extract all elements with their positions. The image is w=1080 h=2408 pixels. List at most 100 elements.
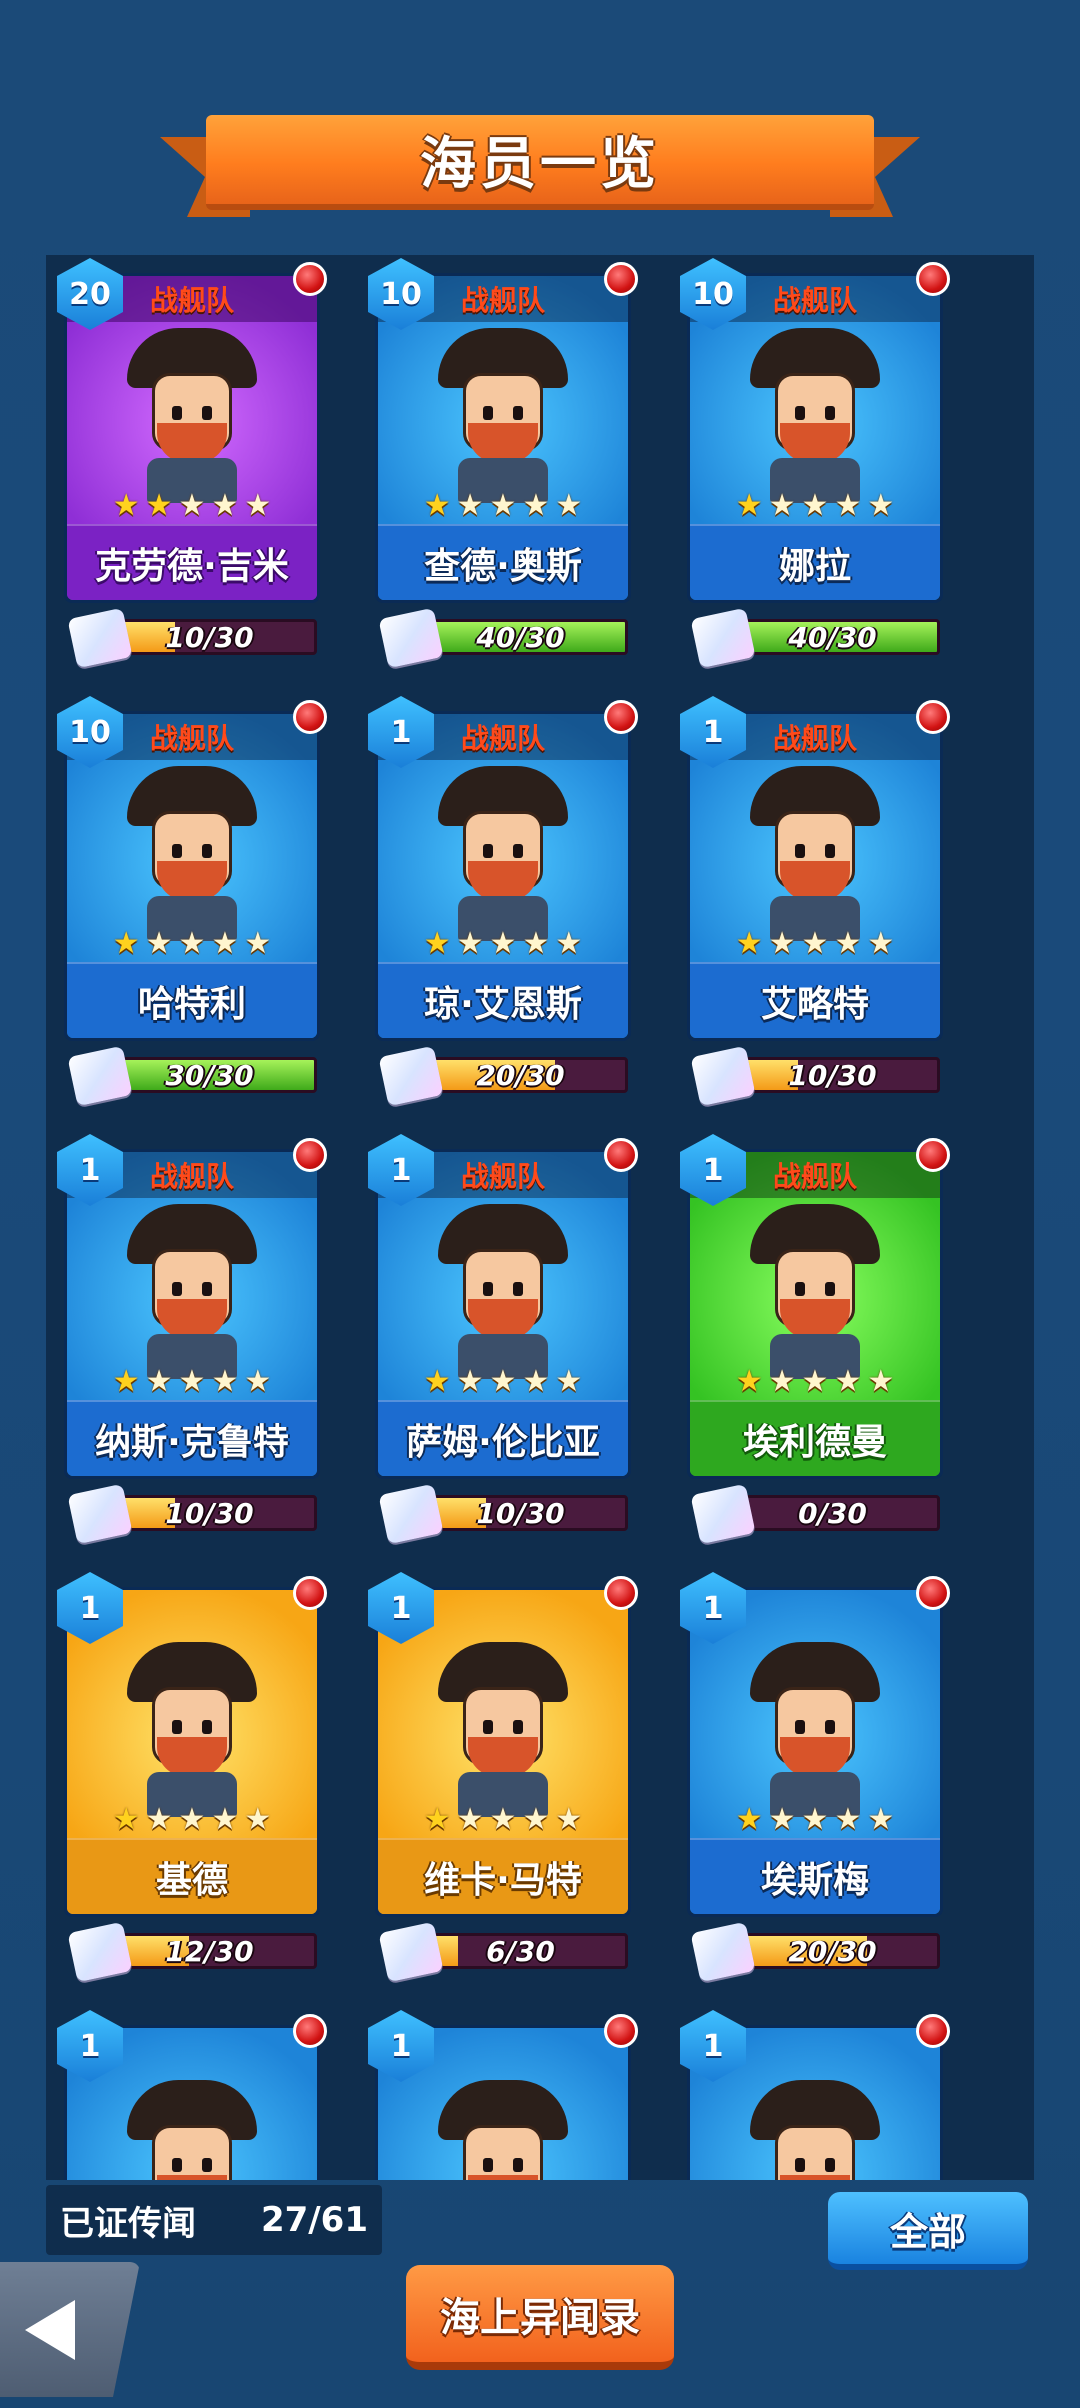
progress-text: 10/30	[476, 1496, 565, 1530]
back-button[interactable]	[0, 2262, 140, 2397]
star-icon: ★	[145, 926, 173, 961]
portrait-eye	[202, 844, 212, 858]
crew-card[interactable]: 1	[368, 2010, 638, 2180]
portrait-eye	[202, 406, 212, 420]
progress-text: 40/30	[788, 620, 877, 654]
star-icon: ★	[801, 488, 829, 523]
portrait-eye	[172, 1282, 182, 1296]
portrait-eye	[483, 844, 493, 858]
crew-card[interactable]: ★ ★ ★ ★ ★ 维卡·马特 1	[368, 1572, 638, 1917]
star-icon: ★	[244, 488, 272, 523]
portrait-eye	[172, 1720, 182, 1734]
portrait-eye	[795, 1282, 805, 1296]
level-value: 1	[390, 2028, 412, 2064]
card-background: ★ ★ ★ ★ ★ 维卡·马特	[378, 1590, 628, 1914]
star-icon: ★	[801, 926, 829, 961]
crew-name: 哈特利	[137, 984, 246, 1025]
star-icon: ★	[423, 488, 451, 523]
crew-card[interactable]: 战舰队 ★ ★ ★ ★ ★ 娜拉 10	[680, 258, 950, 603]
name-bar: 基德	[67, 1838, 317, 1914]
crew-portrait	[117, 1204, 267, 1379]
notification-dot-icon	[604, 2014, 638, 2048]
star-icon: ★	[801, 1802, 829, 1837]
crew-card[interactable]: 战舰队 ★ ★ ★ ★ ★ 琼·艾恩斯 1	[368, 696, 638, 1041]
crew-card[interactable]: 1	[57, 2010, 327, 2180]
card-background: ★ ★ ★ ★ ★ 埃斯梅	[690, 1590, 940, 1914]
portrait-eye	[825, 1720, 835, 1734]
notification-dot-icon	[293, 2014, 327, 2048]
back-arrow-icon	[25, 2299, 75, 2360]
crew-name: 萨姆·伦比亚	[406, 1422, 600, 1463]
card-background: 战舰队 ★ ★ ★ ★ ★ 埃利德曼	[690, 1152, 940, 1476]
star-icon: ★	[489, 926, 517, 961]
star-icon: ★	[423, 1364, 451, 1399]
crew-portrait	[740, 328, 890, 503]
star-rating: ★ ★ ★ ★ ★	[690, 924, 940, 964]
page-title: 海员一览	[420, 132, 660, 197]
crew-card[interactable]: 战舰队 ★ ★ ★ ★ ★ 克劳德·吉米 20	[57, 258, 327, 603]
progress-text: 10/30	[165, 1496, 254, 1530]
crew-card[interactable]: 战舰队 ★ ★ ★ ★ ★ 艾略特 1	[680, 696, 950, 1041]
crew-card[interactable]: 战舰队 ★ ★ ★ ★ ★ 查德·奥斯 10	[368, 258, 638, 603]
team-label: 战舰队	[772, 1160, 857, 1193]
portrait-beard	[157, 1299, 227, 1339]
notification-dot-icon	[604, 1138, 638, 1172]
notification-dot-icon	[916, 700, 950, 734]
counter-label: 已证传闻	[60, 2203, 196, 2244]
crew-portrait	[428, 2080, 578, 2180]
portrait-beard	[780, 2175, 850, 2180]
star-icon: ★	[735, 488, 763, 523]
portrait-eye	[513, 844, 523, 858]
portrait-eye	[795, 844, 805, 858]
portrait-beard	[157, 423, 227, 463]
crew-name: 琼·艾恩斯	[424, 984, 582, 1025]
name-bar: 哈特利	[67, 962, 317, 1038]
level-value: 1	[79, 1590, 101, 1626]
fragment-progress: 10/30	[378, 1483, 628, 1545]
name-bar: 克劳德·吉米	[67, 524, 317, 600]
crew-card[interactable]: 战舰队 ★ ★ ★ ★ ★ 哈特利 10	[57, 696, 327, 1041]
crew-name: 基德	[155, 1860, 228, 1901]
crew-card[interactable]: 战舰队 ★ ★ ★ ★ ★ 萨姆·伦比亚 1	[368, 1134, 638, 1479]
portrait-eye	[513, 2158, 523, 2172]
portrait-eye	[483, 1720, 493, 1734]
notification-dot-icon	[293, 262, 327, 296]
star-rating: ★ ★ ★ ★ ★	[67, 1800, 317, 1840]
filter-all-button[interactable]: 全部	[828, 2192, 1028, 2270]
level-value: 1	[390, 1590, 412, 1626]
level-value: 1	[702, 2028, 724, 2064]
ribbon-band: 海员一览	[206, 115, 874, 210]
star-icon: ★	[522, 1364, 550, 1399]
portrait-beard	[157, 861, 227, 901]
crew-card[interactable]: 1	[680, 2010, 950, 2180]
notification-dot-icon	[293, 700, 327, 734]
crew-card[interactable]: ★ ★ ★ ★ ★ 基德 1	[57, 1572, 327, 1917]
portrait-eye	[483, 2158, 493, 2172]
counter-value: 27/61	[260, 2200, 368, 2240]
crew-card[interactable]: 战舰队 ★ ★ ★ ★ ★ 埃利德曼 1	[680, 1134, 950, 1479]
crew-portrait	[740, 2080, 890, 2180]
filter-all-label: 全部	[889, 2209, 966, 2254]
star-icon: ★	[244, 926, 272, 961]
star-icon: ★	[178, 488, 206, 523]
team-label: 战舰队	[149, 722, 234, 755]
crew-name: 纳斯·克鲁特	[95, 1422, 289, 1463]
fragment-progress: 30/30	[67, 1045, 317, 1107]
card-background: 战舰队 ★ ★ ★ ★ ★ 艾略特	[690, 714, 940, 1038]
crew-card[interactable]: 战舰队 ★ ★ ★ ★ ★ 纳斯·克鲁特 1	[57, 1134, 327, 1479]
team-label: 战舰队	[460, 722, 545, 755]
crew-card[interactable]: ★ ★ ★ ★ ★ 埃斯梅 1	[680, 1572, 950, 1917]
portrait-eye	[795, 2158, 805, 2172]
portrait-eye	[172, 2158, 182, 2172]
notification-dot-icon	[916, 262, 950, 296]
notification-dot-icon	[916, 1576, 950, 1610]
fragment-progress: 10/30	[67, 607, 317, 669]
portrait-beard	[780, 1299, 850, 1339]
notification-dot-icon	[293, 1576, 327, 1610]
star-icon: ★	[522, 488, 550, 523]
star-icon: ★	[735, 1364, 763, 1399]
star-rating: ★ ★ ★ ★ ★	[690, 1362, 940, 1402]
sea-rumors-button[interactable]: 海上异闻录	[406, 2265, 674, 2370]
crew-grid-panel[interactable]: 战舰队 ★ ★ ★ ★ ★ 克劳德·吉米 20 10/30 战舰队 ★ ★ ★ ★ ★ 查德·奥斯 10 40/3…	[46, 255, 1034, 2180]
crew-name: 查德·奥斯	[424, 546, 582, 587]
